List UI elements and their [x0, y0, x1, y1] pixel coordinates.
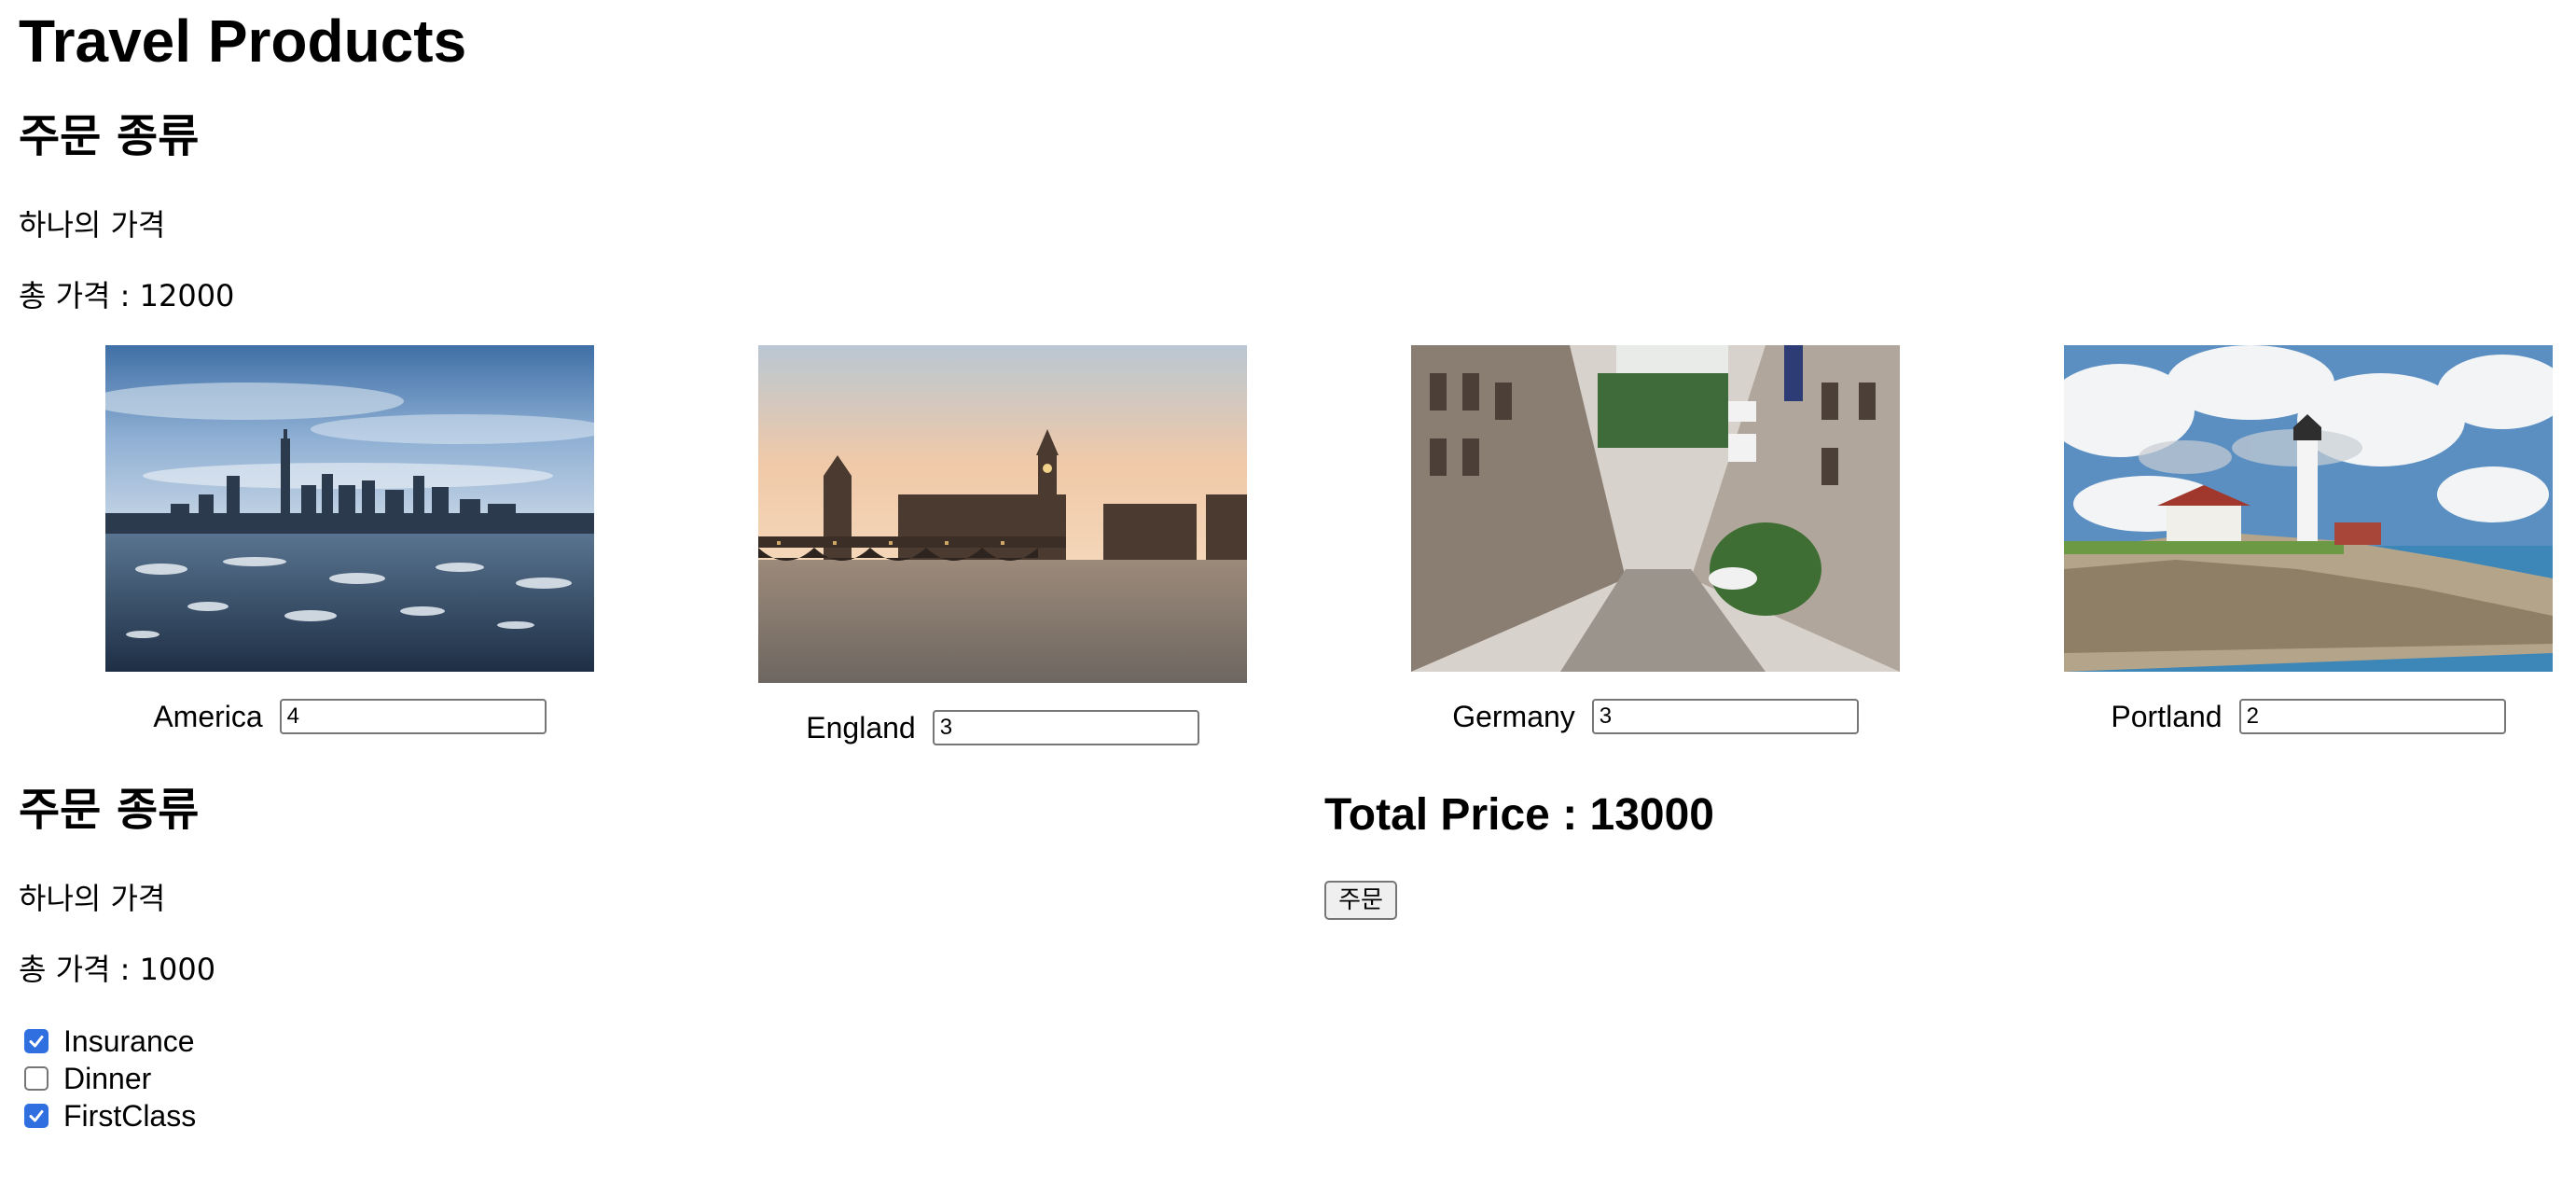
total-price-label: 총 가격 : 12000: [19, 278, 235, 313]
product-row-portland: Portland: [2038, 696, 2576, 737]
unit-price-label: 하나의 가격: [19, 207, 166, 243]
travel-products-page: Travel Products 주문 종류 하나의 가격 총 가격 : 1200…: [0, 0, 2576, 1183]
product-row-america: America: [79, 696, 620, 737]
insurance-label: Insurance: [63, 1023, 195, 1058]
product-name-england: England: [806, 711, 916, 745]
option-insurance[interactable]: Insurance: [24, 1023, 196, 1060]
london-big-ben-photo: [758, 345, 1247, 683]
quantity-input-portland[interactable]: [2238, 699, 2506, 734]
option-dinner[interactable]: Dinner: [24, 1060, 196, 1097]
order-button[interactable]: 주문: [1324, 881, 1397, 920]
checkmark-icon: [29, 1110, 44, 1122]
firstclass-checkbox[interactable]: [24, 1104, 48, 1128]
product-grid: America 4 England 3 Germany 3 Portland 2: [19, 345, 2557, 756]
product-name-germany: Germany: [1452, 700, 1575, 733]
order-type-heading: 주문 종류: [19, 110, 200, 162]
quantity-input-america[interactable]: [279, 699, 547, 734]
product-card-england: England: [732, 345, 1273, 748]
dinner-checkbox[interactable]: [24, 1066, 48, 1091]
product-card-portland: Portland: [2038, 345, 2576, 737]
insurance-checkbox[interactable]: [24, 1029, 48, 1053]
total-price-heading: Total Price : 13000: [1324, 790, 1714, 840]
dinner-label: Dinner: [63, 1061, 152, 1095]
product-name-portland: Portland: [2111, 700, 2223, 733]
option-firstclass[interactable]: FirstClass: [24, 1097, 196, 1134]
quantity-input-germany[interactable]: [1591, 699, 1859, 734]
new-york-skyline-photo: [105, 345, 594, 672]
product-name-america: America: [153, 700, 263, 733]
portland-lighthouse-photo: [2064, 345, 2553, 672]
unit-price-label-2: 하나의 가격: [19, 881, 166, 916]
checkmark-icon: [29, 1036, 44, 1048]
product-row-germany: Germany: [1385, 696, 1926, 737]
german-street-photo: [1411, 345, 1900, 672]
total-price-label-2: 총 가격 : 1000: [19, 952, 216, 987]
product-card-america: America: [79, 345, 620, 737]
options-list: Insurance Dinner FirstClass: [24, 1023, 196, 1134]
order-type-heading-2: 주문 종류: [19, 784, 200, 836]
firstclass-label: FirstClass: [63, 1098, 197, 1133]
product-row-england: England: [732, 707, 1273, 748]
quantity-input-england[interactable]: [932, 710, 1199, 745]
product-card-germany: Germany: [1385, 345, 1926, 737]
page-title: Travel Products: [19, 7, 467, 75]
